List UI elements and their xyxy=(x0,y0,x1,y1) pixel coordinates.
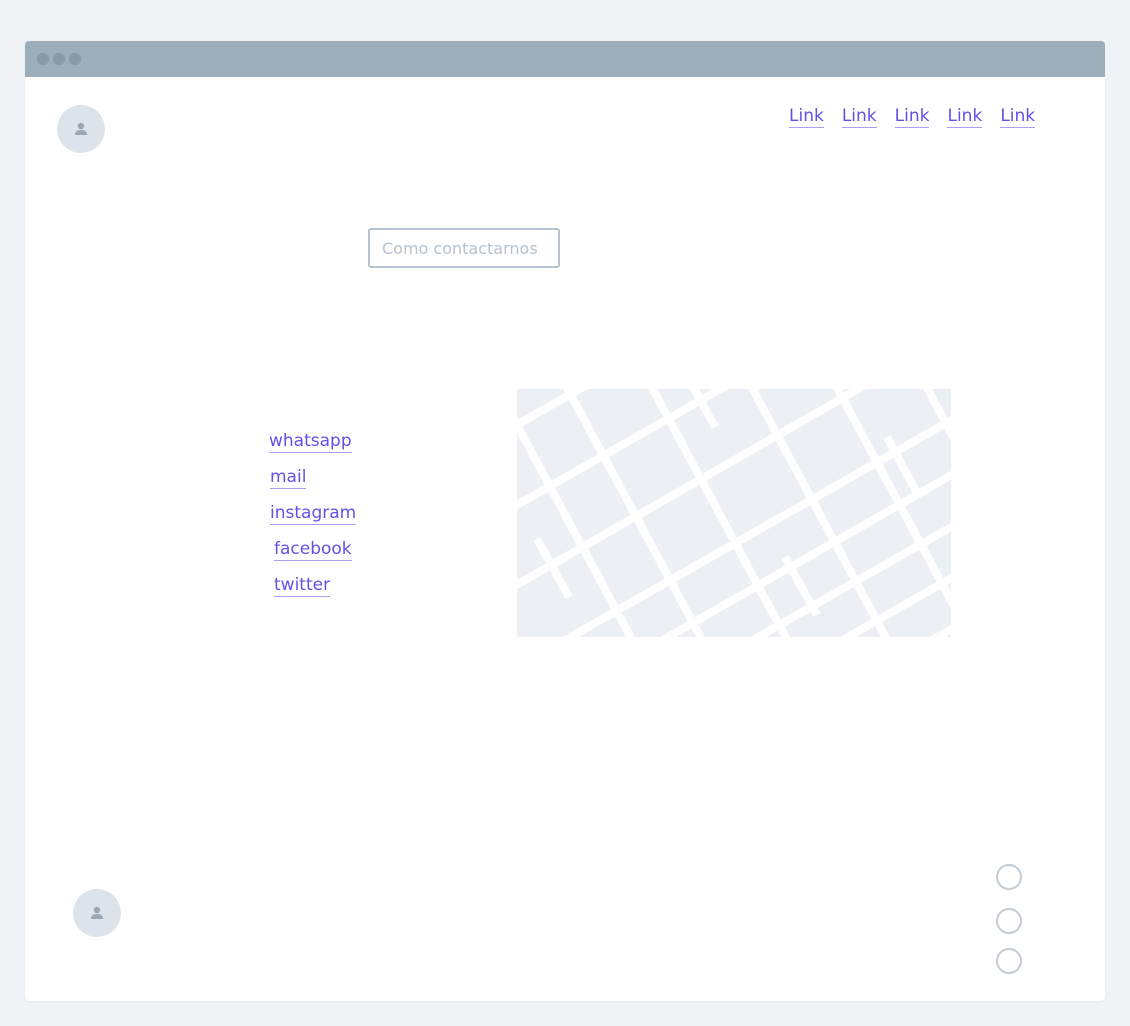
window-titlebar xyxy=(25,41,1105,77)
nav-link-4[interactable]: Link xyxy=(947,105,983,128)
user-icon xyxy=(75,122,87,135)
social-link-twitter[interactable]: twitter xyxy=(274,574,331,597)
radio-option-2[interactable] xyxy=(996,908,1022,934)
nav-link-3[interactable]: Link xyxy=(894,105,930,128)
window-dot-icon[interactable] xyxy=(53,53,65,65)
nav-link-1[interactable]: Link xyxy=(789,105,824,128)
nav-link-2[interactable]: Link xyxy=(841,105,877,128)
window-dot-icon[interactable] xyxy=(37,53,49,65)
social-link-facebook[interactable]: facebook xyxy=(274,538,352,561)
footer-avatar[interactable] xyxy=(73,889,121,937)
browser-window: Link Link Link Link Link whatsapp mail i… xyxy=(25,41,1105,1001)
radio-option-3[interactable] xyxy=(996,948,1022,974)
user-icon xyxy=(91,906,103,919)
radio-option-1[interactable] xyxy=(996,864,1022,890)
map-icon xyxy=(517,389,951,637)
header-avatar[interactable] xyxy=(57,105,105,153)
contact-input[interactable] xyxy=(368,228,560,268)
social-link-whatsapp[interactable]: whatsapp xyxy=(269,430,352,453)
social-link-instagram[interactable]: instagram xyxy=(270,502,357,525)
window-dot-icon[interactable] xyxy=(69,53,81,65)
social-link-mail[interactable]: mail xyxy=(270,466,307,489)
top-nav: Link Link Link Link Link xyxy=(789,105,1036,128)
nav-link-5[interactable]: Link xyxy=(1000,105,1036,128)
map-placeholder[interactable] xyxy=(517,389,951,637)
